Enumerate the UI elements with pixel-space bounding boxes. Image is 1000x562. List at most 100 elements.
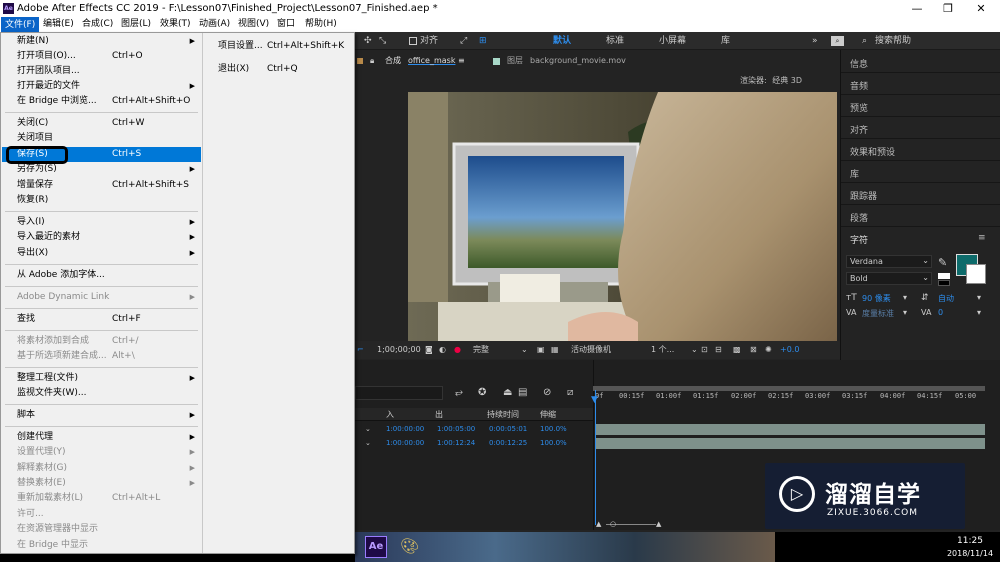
tracking-value[interactable]: 0 — [938, 308, 943, 317]
frame-blending-icon[interactable]: ▤ — [518, 387, 527, 398]
layer-tab-name[interactable]: background_movie.mov — [530, 50, 626, 72]
menu-item-set-proxy[interactable]: 设置代理(Y) ▶ — [2, 445, 201, 460]
graph-editor-icon[interactable]: ⧄ — [567, 387, 573, 398]
menu-item-reload-footage[interactable]: 重新加载素材(L) Ctrl+Alt+L — [2, 491, 201, 506]
white-swatch[interactable] — [938, 273, 950, 279]
menu-help[interactable]: 帮助(H) — [302, 17, 340, 32]
menu-item-dependencies[interactable]: 整理工程(文件) ▶ — [2, 371, 201, 386]
font-family-dropdown[interactable]: Verdana ⌄ — [846, 255, 932, 268]
col-in[interactable]: 入 — [386, 409, 394, 420]
row-duration[interactable]: 0:00:05:01 — [489, 425, 527, 433]
paint-taskbar-icon[interactable]: 🎨︎ — [400, 537, 419, 555]
panel-align[interactable]: 对齐 — [850, 123, 868, 136]
restore-button[interactable]: ❐ — [932, 0, 964, 17]
menu-view[interactable]: 视图(V) — [235, 17, 272, 32]
zoom-out-icon[interactable]: ▲ — [596, 520, 601, 528]
menu-item-exit[interactable]: 退出(X) Ctrl+Q — [203, 62, 353, 77]
panel-tracker[interactable]: 跟踪器 — [850, 189, 877, 202]
after-effects-taskbar-button[interactable]: Ae — [365, 536, 387, 558]
chevron-down-icon[interactable]: ▾ — [903, 293, 907, 302]
panel-audio[interactable]: 音频 — [850, 79, 868, 92]
eyedropper-icon[interactable]: ✎ — [938, 256, 947, 269]
time-ruler[interactable]: 0f 00:15f 01:00f 01:15f 02:00f 02:15f 03… — [593, 392, 988, 408]
menu-item-browse-bridge[interactable]: 在 Bridge 中浏览... Ctrl+Alt+Shift+O — [2, 94, 201, 109]
menu-item-increment-save[interactable]: 增量保存 Ctrl+Alt+Shift+S — [2, 178, 201, 193]
panel-character[interactable]: 字符 — [850, 233, 868, 246]
chevron-down-icon[interactable]: ⌄ — [365, 439, 371, 447]
menu-item-add-fonts[interactable]: 从 Adobe 添加字体... — [2, 268, 201, 283]
chevron-down-icon[interactable]: ⌄ — [691, 341, 698, 359]
chevron-down-icon[interactable]: ▾ — [903, 308, 907, 317]
kerning-value[interactable]: 度量标准 — [862, 308, 894, 319]
align-checkbox[interactable] — [409, 37, 417, 45]
draft-3d-icon[interactable]: ✪ — [478, 387, 486, 398]
col-stretch[interactable]: 伸缩 — [540, 409, 556, 420]
col-duration[interactable]: 持续时间 — [487, 409, 519, 420]
menu-item-reveal-explorer[interactable]: 在资源管理器中显示 — [2, 522, 201, 537]
show-snapshot-icon[interactable]: ◐ — [439, 341, 446, 359]
work-area-bar[interactable] — [593, 386, 985, 391]
3d-view-icon[interactable]: ⊠ — [750, 341, 757, 359]
stroke-color-swatch[interactable] — [966, 264, 986, 284]
black-swatch[interactable] — [938, 280, 950, 286]
search-help-input[interactable]: 搜索帮助 — [875, 32, 911, 50]
menu-item-close-project[interactable]: 关闭项目 — [2, 131, 201, 146]
menu-edit[interactable]: 编辑(E) — [40, 17, 77, 32]
motion-blur-icon[interactable]: ⊘ — [543, 387, 551, 398]
rotate-tool-icon[interactable]: ⤡ — [379, 32, 386, 50]
menu-item-open-recent[interactable]: 打开最近的文件 ▶ — [2, 79, 201, 94]
region-of-interest-icon[interactable]: ⌐ — [357, 341, 364, 359]
row-out[interactable]: 1:00:05:00 — [437, 425, 475, 433]
panel-preview[interactable]: 预览 — [850, 101, 868, 114]
renderer-value[interactable]: 经典 3D — [772, 76, 802, 85]
comp-tab-name[interactable]: office_mask — [408, 50, 455, 72]
menu-window[interactable]: 窗口 — [274, 17, 298, 32]
menu-composition[interactable]: 合成(C) — [79, 17, 116, 32]
snapshot-icon[interactable]: ◙ — [425, 341, 433, 359]
chevron-down-icon[interactable]: ⌄ — [521, 341, 528, 359]
menu-item-dynamic-link[interactable]: Adobe Dynamic Link ▶ — [2, 290, 201, 305]
flowchart-icon[interactable]: ⊟ — [715, 341, 722, 359]
row-stretch[interactable]: 100.0% — [540, 439, 567, 447]
leading-value[interactable]: 自动 — [938, 293, 954, 304]
panel-menu-icon[interactable]: ≡ — [978, 233, 986, 243]
menu-item-create-proxy[interactable]: 创建代理 ▶ — [2, 430, 201, 445]
menu-effect[interactable]: 效果(T) — [157, 17, 194, 32]
reset-exposure-icon[interactable]: ▩ — [733, 341, 741, 359]
row-in[interactable]: 1:00:00:00 — [386, 439, 424, 447]
playhead-handle-icon[interactable]: ▼ — [591, 395, 598, 405]
workspace-library[interactable]: 库 — [721, 32, 730, 50]
fast-preview-icon[interactable]: ▣ — [537, 341, 545, 359]
row-in[interactable]: 1:00:00:00 — [386, 425, 424, 433]
chevron-down-icon[interactable]: ▾ — [977, 308, 981, 317]
camera-dropdown[interactable]: 活动摄像机 — [571, 341, 611, 359]
comp-mini-flowchart-icon[interactable]: ⥂ — [455, 387, 463, 398]
panel-info[interactable]: 信息 — [850, 57, 868, 70]
timeline-search-input[interactable] — [355, 386, 443, 400]
menu-item-open-team-project[interactable]: 打开团队项目... — [2, 64, 201, 79]
row-stretch[interactable]: 100.0% — [540, 425, 567, 433]
clock-date[interactable]: 2018/11/14 — [940, 549, 1000, 558]
clock-time[interactable]: 11:25 — [940, 536, 1000, 546]
menu-item-revert[interactable]: 恢复(R) — [2, 193, 201, 208]
playhead[interactable] — [595, 390, 596, 525]
row-duration[interactable]: 0:00:12:25 — [489, 439, 527, 447]
current-time-display[interactable]: 1;00;00;00 — [377, 341, 421, 359]
menu-item-close[interactable]: 关闭(C) Ctrl+W — [2, 116, 201, 131]
resolution-dropdown[interactable]: 完整 — [473, 341, 489, 359]
search-toggle-icon[interactable]: ⌕ — [831, 36, 844, 46]
workspace-default[interactable]: 默认 — [553, 32, 571, 50]
menu-item-new[interactable]: 新建(N) ▶ — [2, 34, 201, 49]
menu-item-license[interactable]: 许可... — [2, 507, 201, 522]
panel-libraries[interactable]: 库 — [850, 167, 859, 180]
menu-item-save-as[interactable]: 另存为(S) ▶ — [2, 162, 201, 177]
chevron-down-icon[interactable]: ⌄ — [365, 425, 371, 433]
col-out[interactable]: 出 — [435, 409, 443, 420]
lock-icon[interactable]: 🔒︎ — [370, 50, 374, 72]
exposure-value[interactable]: +0.0 — [780, 341, 799, 359]
menu-item-open-project[interactable]: 打开项目(O)... Ctrl+O — [2, 49, 201, 64]
axis-tool-icon[interactable]: ✣ — [364, 32, 372, 50]
zoom-handle-icon[interactable]: ○ — [610, 520, 616, 528]
menu-item-scripts[interactable]: 脚本 ▶ — [2, 408, 201, 423]
chevron-down-icon[interactable]: ▾ — [977, 293, 981, 302]
